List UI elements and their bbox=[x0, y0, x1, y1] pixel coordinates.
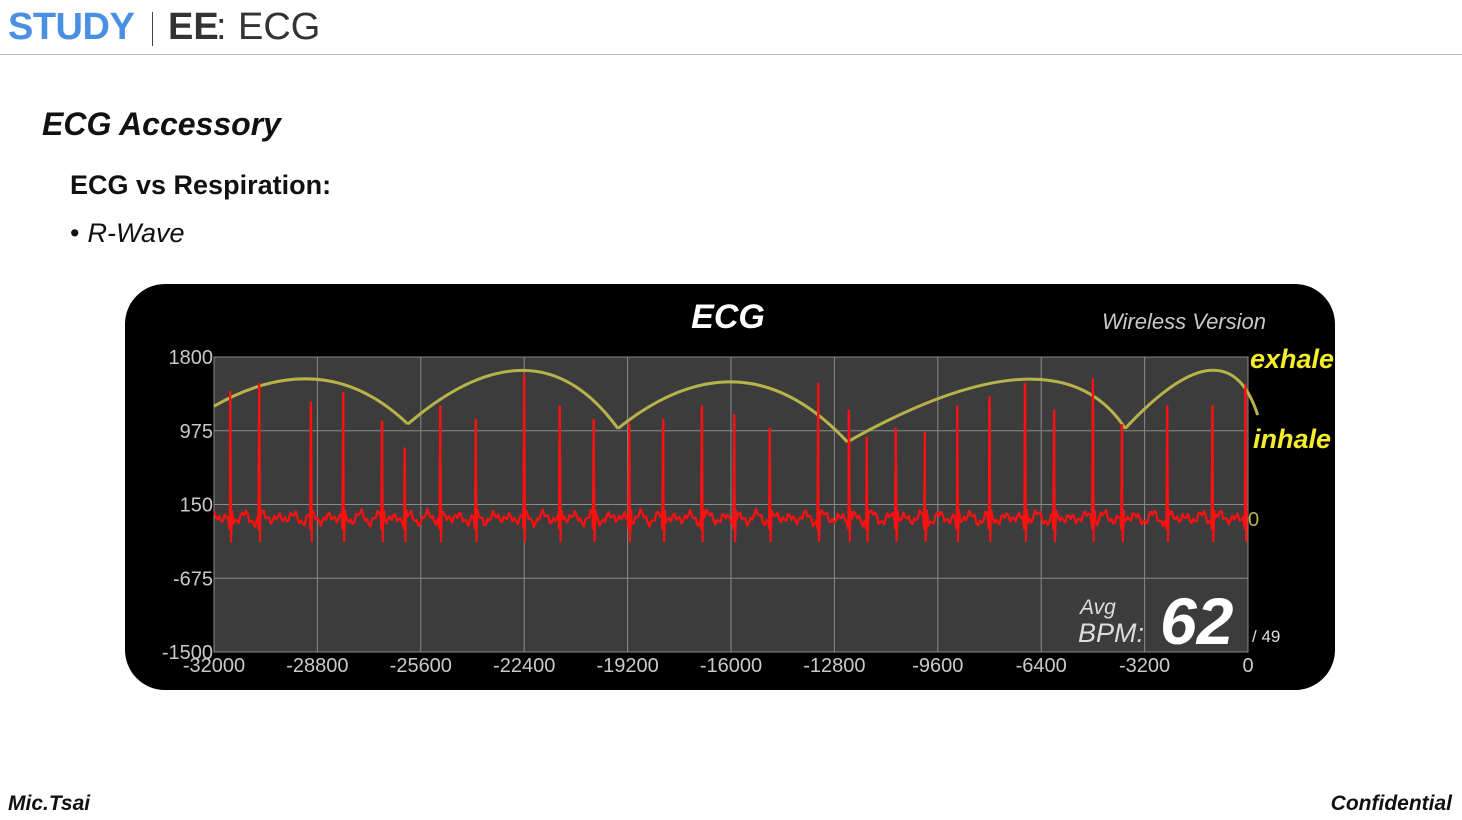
x-tick-label: -28800 bbox=[286, 655, 348, 677]
inhale-annotation: inhale bbox=[1253, 424, 1331, 454]
bpm-sub-value: / 49 bbox=[1252, 627, 1280, 646]
y-tick-label: 150 bbox=[180, 495, 213, 517]
x-tick-label: -9600 bbox=[912, 655, 963, 677]
bpm-label: BPM: bbox=[1078, 618, 1144, 648]
x-tick-label: -6400 bbox=[1016, 655, 1067, 677]
y-tick-label: 1800 bbox=[169, 347, 214, 369]
y-tick-label: -675 bbox=[173, 568, 213, 590]
x-tick-label: -22400 bbox=[493, 655, 555, 677]
x-tick-label: 0 bbox=[1242, 655, 1253, 677]
y-tick-label: -1500 bbox=[162, 642, 213, 664]
y-tick-label: 975 bbox=[180, 421, 213, 443]
x-tick-label: -12800 bbox=[803, 655, 865, 677]
avg-label: Avg bbox=[1078, 596, 1116, 619]
x-tick-label: -16000 bbox=[700, 655, 762, 677]
zero-marker: 0 bbox=[1248, 509, 1259, 531]
footer-confidential: Confidential bbox=[1330, 792, 1452, 815]
footer-author: Mic.Tsai bbox=[8, 792, 91, 815]
x-tick-label: -25600 bbox=[390, 655, 452, 677]
x-tick-label: -19200 bbox=[596, 655, 658, 677]
ecg-chart: -3200 0 -28800 -25600 -22400 -19200 -16000 -128… bbox=[162, 298, 1334, 677]
wireless-version-label: Wireless Version bbox=[1102, 309, 1266, 334]
x-axis-ticks: -3200 0 -28800 -25600 -22400 -19200 -16000 -128… bbox=[183, 655, 1254, 677]
bpm-value: 62 bbox=[1160, 584, 1234, 658]
monitor-title: ECG bbox=[691, 298, 765, 336]
x-tick-label: -3200 bbox=[1119, 655, 1170, 677]
exhale-annotation: exhale bbox=[1250, 344, 1334, 374]
y-axis-ticks: 1800 975 150 -675 -1500 bbox=[162, 347, 213, 664]
